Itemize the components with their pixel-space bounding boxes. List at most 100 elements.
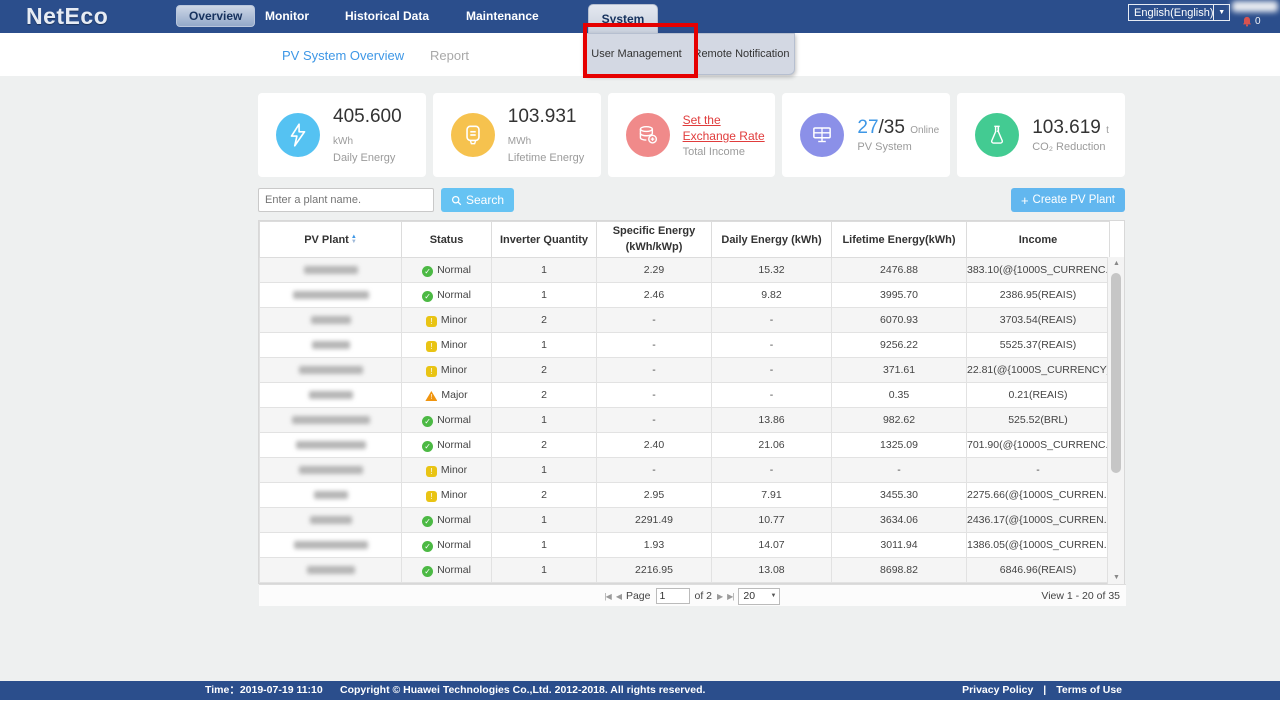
- plant-name-redacted: [304, 266, 358, 274]
- table-row[interactable]: !Minor 2 - - 371.61 22.81(@{1000S_CURREN…: [260, 358, 1110, 383]
- specific-energy-cell: 2291.49: [597, 508, 712, 533]
- username-redacted[interactable]: [1232, 1, 1278, 12]
- page-number-input[interactable]: [656, 588, 690, 604]
- table-row[interactable]: !Minor 2 - - 6070.93 3703.54(REAIS): [260, 308, 1110, 333]
- alarm-indicator[interactable]: 0: [1242, 16, 1261, 27]
- inverter-quantity-cell: 2: [492, 358, 597, 383]
- plant-name-redacted: [312, 341, 350, 349]
- plant-name-cell[interactable]: [260, 258, 402, 283]
- subtab-pv-system-overview[interactable]: PV System Overview: [282, 33, 404, 76]
- status-label: Normal: [437, 264, 471, 276]
- table-row[interactable]: ✓Normal 1 - 13.86 982.62 525.52(BRL): [260, 408, 1110, 433]
- column-pv-plant[interactable]: PV Plant▲▼: [260, 222, 402, 258]
- status-label: Minor: [441, 364, 467, 376]
- table-row[interactable]: !Minor 1 - - 9256.22 5525.37(REAIS): [260, 333, 1110, 358]
- status-label: Normal: [437, 289, 471, 301]
- table-row[interactable]: ✓Normal 1 2216.95 13.08 8698.82 6846.96(…: [260, 558, 1110, 583]
- language-select[interactable]: English(English) ▼: [1128, 4, 1230, 21]
- card-pv-system: 27/35 Online PV System: [782, 93, 950, 177]
- privacy-policy-link[interactable]: Privacy Policy: [962, 681, 1033, 700]
- nav-tab-historical-data[interactable]: Historical Data: [345, 0, 429, 33]
- sort-icon[interactable]: ▲▼: [351, 235, 357, 245]
- footer-copyright: Copyright © Huawei Technologies Co.,Ltd.…: [340, 681, 705, 700]
- card-lifetime-energy: 103.931 MWh Lifetime Energy: [433, 93, 601, 177]
- lifetime-energy-cell: 6070.93: [832, 308, 967, 333]
- co2-flask-icon: [975, 113, 1019, 157]
- plant-name-cell[interactable]: [260, 358, 402, 383]
- menu-item-user-management[interactable]: User Management: [584, 48, 689, 60]
- daily-energy-cell: -: [712, 333, 832, 358]
- plant-name-cell[interactable]: [260, 383, 402, 408]
- specific-energy-cell: 1.93: [597, 533, 712, 558]
- co2-unit: t: [1106, 125, 1109, 136]
- specific-energy-cell: 2.95: [597, 483, 712, 508]
- table-row[interactable]: ✓Normal 1 1.93 14.07 3011.94 1386.05(@{1…: [260, 533, 1110, 558]
- nav-tab-monitor[interactable]: Monitor: [265, 0, 309, 33]
- table-row[interactable]: ✓Normal 1 2291.49 10.77 3634.06 2436.17(…: [260, 508, 1110, 533]
- prev-page-icon[interactable]: ◀: [616, 592, 621, 601]
- first-page-icon[interactable]: |◀: [605, 592, 611, 601]
- table-row[interactable]: ✓Normal 2 2.40 21.06 1325.09 701.90(@{10…: [260, 433, 1110, 458]
- neteco-logo: NetEco: [26, 3, 108, 30]
- plant-name-cell[interactable]: [260, 433, 402, 458]
- set-exchange-rate-link[interactable]: Set the Exchange Rate: [683, 112, 776, 144]
- specific-energy-cell: -: [597, 458, 712, 483]
- column-inverter-quantity: Inverter Quantity: [492, 222, 597, 258]
- table-row[interactable]: !Minor 2 2.95 7.91 3455.30 2275.66(@{100…: [260, 483, 1110, 508]
- daily-energy-cell: 7.91: [712, 483, 832, 508]
- income-cell: 3703.54(REAIS): [967, 308, 1110, 333]
- plant-name-cell[interactable]: [260, 483, 402, 508]
- specific-energy-cell: 2.29: [597, 258, 712, 283]
- nav-tab-maintenance[interactable]: Maintenance: [466, 0, 539, 33]
- plant-name-cell[interactable]: [260, 458, 402, 483]
- plant-name-cell[interactable]: [260, 333, 402, 358]
- nav-tab-system[interactable]: System: [588, 4, 658, 33]
- alarm-count: 0: [1255, 16, 1261, 27]
- pagination-bar: |◀ ◀ Page of 2 ▶ ▶| 20 ▼ View 1 - 20 of …: [259, 584, 1126, 606]
- status-icon: ✓: [422, 416, 433, 427]
- status-icon: ✓: [422, 566, 433, 577]
- plant-name-redacted: [299, 366, 363, 374]
- scrollbar-thumb[interactable]: [1111, 273, 1121, 473]
- plant-name-redacted: [309, 391, 353, 399]
- plant-name-cell[interactable]: [260, 558, 402, 583]
- page-label: Page: [626, 590, 651, 602]
- status-label: Normal: [437, 414, 471, 426]
- income-cell: 0.21(REAIS): [967, 383, 1110, 408]
- search-button[interactable]: Search: [441, 188, 514, 212]
- plant-name-cell[interactable]: [260, 408, 402, 433]
- specific-energy-cell: -: [597, 358, 712, 383]
- page-size-select[interactable]: 20 ▼: [738, 588, 780, 605]
- plant-name-cell[interactable]: [260, 308, 402, 333]
- pv-total-count: /35: [879, 117, 905, 138]
- plant-name-cell[interactable]: [260, 533, 402, 558]
- kpi-cards: 405.600 kWh Daily Energy 103.931 MWh Lif…: [258, 93, 1125, 177]
- plant-name-input[interactable]: [258, 188, 434, 212]
- create-pv-plant-button[interactable]: + Create PV Plant: [1011, 188, 1125, 212]
- last-page-icon[interactable]: ▶|: [727, 592, 733, 601]
- nav-tab-overview[interactable]: Overview: [176, 5, 255, 27]
- table-row[interactable]: ✓Normal 1 2.46 9.82 3995.70 2386.95(REAI…: [260, 283, 1110, 308]
- table-row[interactable]: ✓Normal 1 2.29 15.32 2476.88 383.10(@{10…: [260, 258, 1110, 283]
- language-label: English(English): [1129, 7, 1213, 19]
- card-daily-energy: 405.600 kWh Daily Energy: [258, 93, 426, 177]
- status-icon: !: [426, 366, 437, 377]
- table-row[interactable]: !Major 2 - - 0.35 0.21(REAIS): [260, 383, 1110, 408]
- table-row[interactable]: !Minor 1 - - - -: [260, 458, 1110, 483]
- terms-of-use-link[interactable]: Terms of Use: [1056, 681, 1122, 700]
- inverter-quantity-cell: 1: [492, 408, 597, 433]
- status-label: Minor: [441, 464, 467, 476]
- status-cell: !Major: [402, 383, 492, 408]
- card-co2-reduction: 103.619 t CO₂ Reduction: [957, 93, 1125, 177]
- daily-energy-cell: -: [712, 308, 832, 333]
- subtab-report[interactable]: Report: [430, 33, 469, 76]
- plant-name-cell[interactable]: [260, 283, 402, 308]
- plant-name-cell[interactable]: [260, 508, 402, 533]
- next-page-icon[interactable]: ▶: [717, 592, 722, 601]
- table-scrollbar[interactable]: ▲ ▼: [1107, 257, 1124, 584]
- menu-item-remote-notification[interactable]: Remote Notification: [689, 48, 794, 60]
- daily-energy-unit: kWh: [333, 136, 353, 147]
- scroll-down-icon[interactable]: ▼: [1108, 574, 1125, 581]
- status-cell: !Minor: [402, 483, 492, 508]
- scroll-up-icon[interactable]: ▲: [1108, 260, 1125, 267]
